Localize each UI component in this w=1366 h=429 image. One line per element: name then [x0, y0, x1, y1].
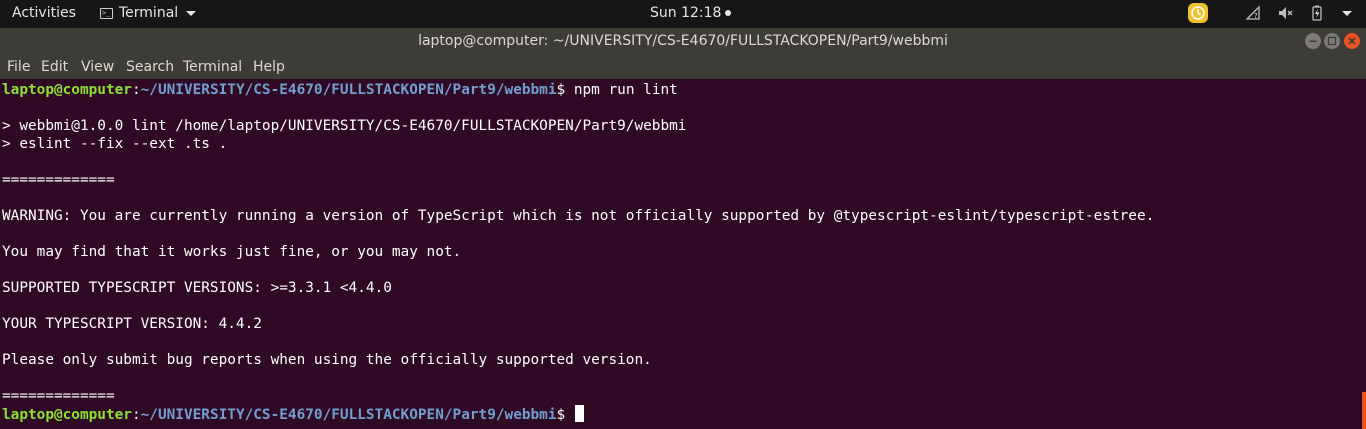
output-line: > eslint --fix --ext .ts . — [2, 136, 228, 152]
close-icon — [1348, 37, 1356, 45]
prompt-user: laptop@computer — [2, 82, 132, 98]
close-button[interactable] — [1344, 33, 1360, 49]
activities-button[interactable]: Activities — [12, 5, 76, 21]
output-line: Please only submit bug reports when usin… — [2, 352, 652, 368]
menu-file[interactable]: File — [7, 59, 30, 75]
prompt-path: ~/UNIVERSITY/CS-E4670/FULLSTACKOPEN/Part… — [140, 407, 557, 423]
menu-help[interactable]: Help — [253, 59, 285, 75]
prompt-separator: : — [131, 407, 141, 423]
menu-search[interactable]: Search — [126, 59, 174, 75]
output-line: ============= — [2, 172, 115, 188]
app-menu[interactable]: >_ Terminal — [100, 5, 197, 21]
gnome-top-bar: Activities >_ Terminal Sun 12:18 ? — [0, 0, 1366, 28]
scrollbar-indicator[interactable] — [1362, 392, 1366, 429]
clock[interactable]: Sun 12:18 — [650, 5, 732, 21]
maximize-button[interactable] — [1324, 33, 1340, 49]
menu-view[interactable]: View — [81, 59, 114, 75]
clock-label: Sun 12:18 — [650, 5, 722, 21]
terminal-output[interactable]: laptop@computer:~/UNIVERSITY/CS-E4670/FU… — [0, 79, 1366, 429]
active-prompt-line[interactable]: laptop@computer:~/UNIVERSITY/CS-E4670/FU… — [2, 405, 584, 423]
svg-text:?: ? — [1254, 12, 1258, 20]
text-cursor — [574, 405, 584, 422]
output-line: > webbmi@1.0.0 lint /home/laptop/UNIVERS… — [2, 118, 687, 134]
maximize-icon — [1327, 36, 1337, 46]
terminal-app-icon: >_ — [100, 7, 113, 19]
minimize-icon — [1309, 40, 1317, 42]
prompt-separator: : — [131, 82, 141, 98]
system-menu-chevron-icon[interactable] — [1342, 10, 1352, 16]
menu-edit[interactable]: Edit — [41, 59, 68, 75]
output-line: WARNING: You are currently running a ver… — [2, 208, 1155, 224]
menu-terminal[interactable]: Terminal — [183, 59, 242, 75]
prompt-symbol: $ — [556, 82, 566, 98]
output-line: You may find that it works just fine, or… — [2, 244, 462, 260]
window-title: laptop@computer: ~/UNIVERSITY/CS-E4670/F… — [418, 33, 948, 49]
notification-dot-icon — [725, 10, 732, 16]
chevron-down-icon — [186, 10, 197, 16]
output-line: ============= — [2, 388, 115, 404]
menu-bar: File Edit View Search Terminal Help — [0, 55, 1366, 79]
prompt-symbol: $ — [556, 407, 566, 423]
output-line: SUPPORTED TYPESCRIPT VERSIONS: >=3.3.1 <… — [2, 280, 392, 296]
volume-muted-icon[interactable] — [1276, 4, 1294, 22]
system-tray[interactable]: ? — [1188, 3, 1352, 23]
output-line: YOUR TYPESCRIPT VERSION: 4.4.2 — [2, 316, 262, 332]
minimize-button[interactable] — [1305, 33, 1321, 49]
prompt-path: ~/UNIVERSITY/CS-E4670/FULLSTACKOPEN/Part… — [140, 82, 557, 98]
battery-icon[interactable] — [1308, 4, 1326, 22]
prompt-line: laptop@computer:~/UNIVERSITY/CS-E4670/FU… — [2, 81, 678, 99]
network-icon[interactable]: ? — [1244, 4, 1262, 22]
prompt-user: laptop@computer — [2, 407, 132, 423]
window-title-bar[interactable]: laptop@computer: ~/UNIVERSITY/CS-E4670/F… — [0, 28, 1366, 55]
command-text: npm run lint — [565, 82, 678, 98]
clock-notification-icon[interactable] — [1188, 3, 1208, 23]
app-menu-label: Terminal — [119, 5, 179, 21]
